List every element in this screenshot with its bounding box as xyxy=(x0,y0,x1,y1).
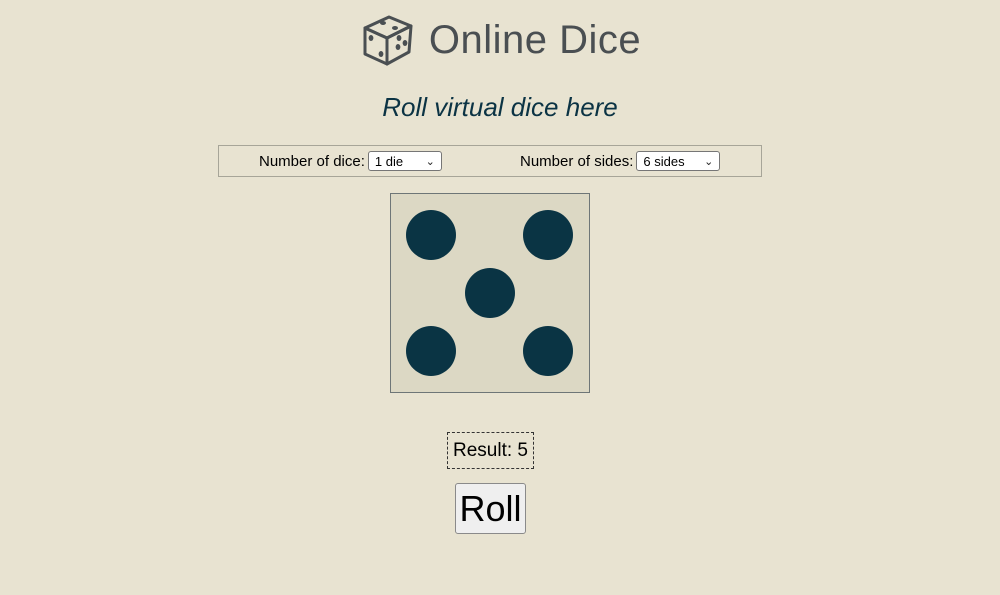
pip xyxy=(523,210,573,260)
sides-count-value: 6 sides xyxy=(643,153,685,169)
dice-count-select[interactable]: 1 die ⌄ xyxy=(367,151,442,171)
pip xyxy=(406,326,456,376)
sides-count-label: Number of sides: xyxy=(520,152,634,170)
dice-count-value: 1 die xyxy=(374,153,404,169)
page-subtitle: Roll virtual dice here xyxy=(382,92,618,122)
dice-count-control: Number of dice: 1 die ⌄ xyxy=(259,151,442,171)
sides-count-select[interactable]: 6 sides ⌄ xyxy=(636,151,721,171)
chevron-down-icon: ⌄ xyxy=(704,155,714,168)
pip xyxy=(523,326,573,376)
dice-count-label: Number of dice: xyxy=(259,152,365,170)
sides-count-control: Number of sides: 6 sides ⌄ xyxy=(520,151,721,171)
pip xyxy=(465,268,515,318)
dice-icon xyxy=(363,15,413,66)
roll-button[interactable]: Roll xyxy=(455,483,526,534)
chevron-down-icon: ⌄ xyxy=(425,155,435,168)
controls-bar: Number of dice: 1 die ⌄ Number of sides:… xyxy=(218,145,762,177)
die-face xyxy=(390,193,590,393)
header: Online Dice xyxy=(0,10,1000,70)
pip xyxy=(406,210,456,260)
page: Online Dice Roll virtual dice here Numbe… xyxy=(0,0,1000,595)
app-title: Online Dice xyxy=(428,17,642,62)
result-display: Result: 5 xyxy=(447,432,534,469)
